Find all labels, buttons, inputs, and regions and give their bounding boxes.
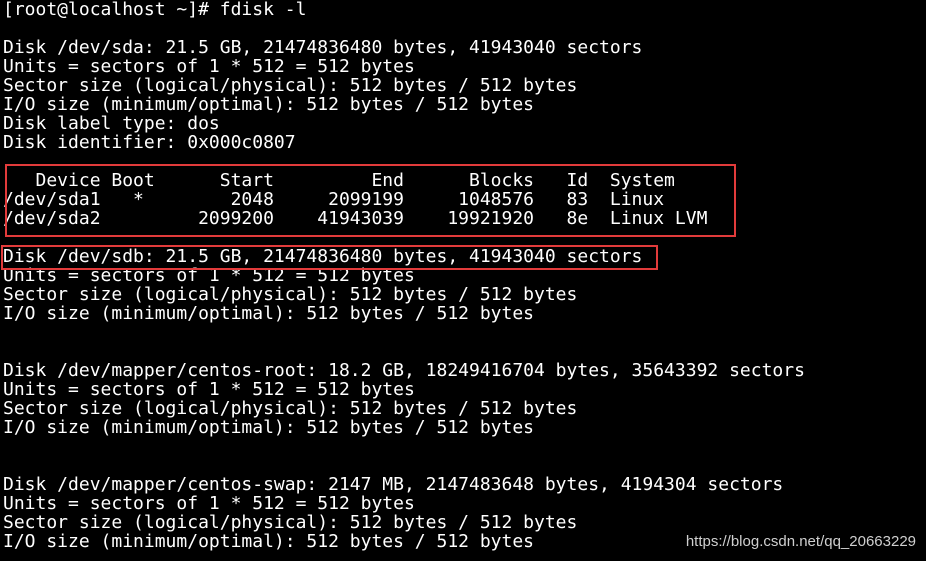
sda-identifier: Disk identifier: 0x000c0807: [3, 132, 296, 153]
sda-io-size: I/O size (minimum/optimal): 512 bytes / …: [3, 94, 535, 115]
sda-sector-size: Sector size (logical/physical): 512 byte…: [3, 75, 578, 96]
disk-centos-swap-header: Disk /dev/mapper/centos-swap: 2147 MB, 2…: [3, 474, 784, 495]
watermark-url: https://blog.csdn.net/qq_20663229: [685, 533, 916, 550]
centos-swap-io-size: I/O size (minimum/optimal): 512 bytes / …: [3, 531, 535, 552]
disk-centos-root-header: Disk /dev/mapper/centos-root: 18.2 GB, 1…: [3, 360, 805, 381]
sdb-sector-size: Sector size (logical/physical): 512 byte…: [3, 284, 578, 305]
sda-label-type: Disk label type: dos: [3, 113, 220, 134]
disk-sda-header: Disk /dev/sda: 21.5 GB, 21474836480 byte…: [3, 37, 643, 58]
sda-units: Units = sectors of 1 * 512 = 512 bytes: [3, 56, 415, 77]
centos-root-units: Units = sectors of 1 * 512 = 512 bytes: [3, 379, 415, 400]
centos-swap-units: Units = sectors of 1 * 512 = 512 bytes: [3, 493, 415, 514]
partition-row-sda1: /dev/sda1 * 2048 2099199 1048576 83 Linu…: [3, 189, 665, 210]
centos-swap-sector-size: Sector size (logical/physical): 512 byte…: [3, 512, 578, 533]
partition-row-sda2: /dev/sda2 2099200 41943039 19921920 8e L…: [3, 208, 708, 229]
sdb-io-size: I/O size (minimum/optimal): 512 bytes / …: [3, 303, 535, 324]
centos-root-io-size: I/O size (minimum/optimal): 512 bytes / …: [3, 417, 535, 438]
terminal-window[interactable]: [root@localhost ~]# fdisk -l Disk /dev/s…: [0, 0, 926, 561]
centos-root-sector-size: Sector size (logical/physical): 512 byte…: [3, 398, 578, 419]
partition-table-header: Device Boot Start End Blocks Id System: [3, 170, 675, 191]
disk-sdb-header: Disk /dev/sdb: 21.5 GB, 21474836480 byte…: [3, 246, 643, 267]
sdb-units: Units = sectors of 1 * 512 = 512 bytes: [3, 265, 415, 286]
command-line: [root@localhost ~]# fdisk -l: [3, 0, 307, 20]
